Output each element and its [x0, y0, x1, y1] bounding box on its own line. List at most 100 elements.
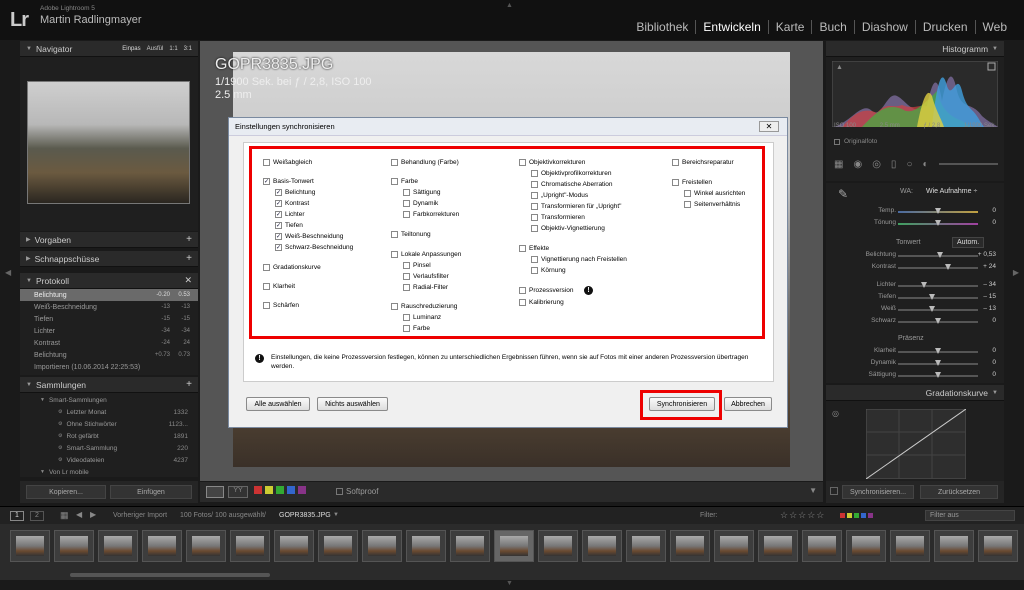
sync-option-checkbox[interactable]: Winkel ausrichten [684, 190, 745, 197]
filmstrip-thumbnail[interactable] [362, 530, 402, 562]
radial-filter-icon[interactable]: ○ [906, 159, 912, 170]
slider-knob[interactable] [921, 282, 928, 288]
sync-option-checkbox[interactable]: Teiltonung [391, 231, 431, 238]
sync-option-checkbox[interactable]: Objektivkorrekturen [519, 159, 585, 166]
auto-tone-button[interactable]: Autom. [952, 237, 985, 248]
sync-option-checkbox[interactable]: Behandlung (Farbe) [391, 159, 459, 166]
adjust-slider[interactable]: Temp. 0 [826, 207, 1004, 217]
module-diashow[interactable]: Diashow [853, 20, 915, 34]
history-step[interactable]: Kontrast -24 24 [20, 337, 198, 349]
sync-option-checkbox[interactable]: ✓ Lichter [275, 211, 305, 218]
filmstrip-thumbnail[interactable] [186, 530, 226, 562]
before-after-icon[interactable]: YY [228, 486, 248, 498]
module-karte[interactable]: Karte [767, 20, 812, 34]
yellow-filter-icon[interactable] [847, 513, 852, 518]
slider-track[interactable] [898, 285, 978, 287]
add-icon[interactable]: + [186, 234, 192, 245]
grid-view-icon[interactable]: ▦ [60, 510, 69, 521]
filmstrip-thumbnail[interactable] [758, 530, 798, 562]
sync-option-checkbox[interactable]: Luminanz [403, 314, 441, 321]
sync-option-checkbox[interactable]: Sättigung [403, 189, 440, 196]
sync-option-checkbox[interactable]: Verlaufsfilter [403, 273, 449, 280]
history-step[interactable]: Belichtung +0.73 0.73 [20, 349, 198, 361]
auto-sync-toggle-icon[interactable] [830, 487, 838, 495]
sync-option-checkbox[interactable]: Schärfen [263, 302, 299, 309]
sync-option-checkbox[interactable]: Transformieren für „Upright" [531, 203, 621, 210]
tone-curve-header[interactable]: Gradationskurve ▼ [826, 385, 1004, 401]
history-step[interactable]: Importieren (10.06.2014 22:25:53) [20, 361, 198, 373]
white-balance-picker-icon[interactable]: ✎ [838, 187, 848, 201]
blue-filter-icon[interactable] [861, 513, 866, 518]
back-arrow-icon[interactable]: ◀ [76, 510, 82, 519]
add-icon[interactable]: + [186, 253, 192, 264]
loupe-view-icon[interactable] [206, 486, 224, 498]
green-label-icon[interactable] [276, 486, 284, 494]
history-step[interactable]: Weiß-Beschneidung -13 -13 [20, 301, 198, 313]
presets-header[interactable]: ▶ Vorgaben + [20, 232, 198, 248]
filmstrip-thumbnail[interactable] [626, 530, 666, 562]
sync-option-checkbox[interactable]: Freistellen [672, 179, 712, 186]
collection-item[interactable]: ⚙ Ohne Stichwörter 1123... [20, 418, 198, 430]
adjustment-brush-icon[interactable]: ◐ [922, 159, 928, 170]
sync-option-checkbox[interactable]: Transformieren [531, 214, 585, 221]
module-entwickeln[interactable]: Entwickeln [695, 20, 767, 34]
collapse-top-arrow-icon[interactable]: ▲ [506, 2, 513, 9]
sync-option-checkbox[interactable]: Seitenverhältnis [684, 201, 740, 208]
zoom-1-1[interactable]: 1:1 [169, 46, 177, 52]
right-collapse-arrow-icon[interactable]: ▶ [1013, 268, 1019, 277]
current-file[interactable]: GOPR3835.JPG [279, 512, 331, 519]
sync-option-checkbox[interactable]: Effekte [519, 245, 549, 252]
blue-label-icon[interactable] [287, 486, 295, 494]
filmstrip-thumbnail[interactable] [274, 530, 314, 562]
adjust-slider[interactable]: Belichtung + 0,53 [826, 251, 1004, 261]
sync-option-checkbox[interactable]: Lokale Anpassungen [391, 251, 461, 258]
sync-option-checkbox[interactable]: Bereichsreparatur [672, 159, 734, 166]
add-icon[interactable]: + [186, 379, 192, 390]
adjust-slider[interactable]: Sättigung 0 [826, 371, 1004, 381]
sync-option-checkbox[interactable]: Objektiv-Vignettierung [531, 225, 605, 232]
source-label[interactable]: Vorheriger Import [113, 512, 167, 519]
sync-option-checkbox[interactable]: Klarheit [263, 283, 295, 290]
filmstrip-thumbnail[interactable] [406, 530, 446, 562]
sync-option-checkbox[interactable]: Radial-Filter [403, 284, 448, 291]
sync-option-checkbox[interactable]: Vignettierung nach Freistellen [531, 256, 627, 263]
filmstrip-thumbnail[interactable] [582, 530, 622, 562]
collection-item[interactable]: ⚙ Letzter Monat 1332 [20, 406, 198, 418]
filmstrip-thumbnail[interactable] [142, 530, 182, 562]
window-2-button[interactable]: 2 [30, 511, 44, 521]
filmstrip-thumbnail[interactable] [714, 530, 754, 562]
module-drucken[interactable]: Drucken [914, 20, 975, 34]
history-step[interactable]: Tiefen -15 -15 [20, 313, 198, 325]
slider-knob[interactable] [929, 306, 936, 312]
slider-knob[interactable] [935, 348, 941, 354]
filmstrip-thumbnail[interactable] [670, 530, 710, 562]
forward-arrow-icon[interactable]: ▶ [90, 510, 96, 519]
adjust-slider[interactable]: Schwarz 0 [826, 317, 1004, 327]
filmstrip-thumbnail[interactable] [98, 530, 138, 562]
select-all-button[interactable]: Alle auswählen [246, 397, 310, 411]
module-web[interactable]: Web [974, 20, 1014, 34]
filmstrip-thumbnail[interactable] [494, 530, 534, 562]
window-1-button[interactable]: 1 [10, 511, 24, 521]
sync-option-checkbox[interactable]: „Upright"-Modus [531, 192, 588, 199]
reset-button[interactable]: Zurücksetzen [920, 485, 998, 499]
module-buch[interactable]: Buch [811, 20, 853, 34]
tool-slider[interactable] [938, 163, 998, 165]
collection-item[interactable]: ⚙ Rot gefärbt 1891 [20, 430, 198, 442]
history-header[interactable]: ▼ Protokoll ✕ [20, 273, 198, 289]
sync-option-checkbox[interactable]: ✓ Weiß-Beschneidung [275, 233, 343, 240]
filmstrip-thumbnail[interactable] [230, 530, 270, 562]
sync-option-checkbox[interactable]: ✓ Belichtung [275, 189, 315, 196]
collection-item[interactable]: ⚙ Smart-Sammlung 220 [20, 442, 198, 454]
slider-track[interactable] [898, 297, 978, 299]
sync-option-checkbox[interactable]: ✓ Basis-Tonwert [263, 178, 314, 185]
collections-header[interactable]: ▼ Sammlungen + [20, 377, 198, 393]
module-bibliothek[interactable]: Bibliothek [629, 20, 695, 34]
paste-button[interactable]: Einfügen [110, 485, 192, 499]
sync-option-checkbox[interactable]: Prozessversion [519, 287, 573, 294]
histogram-graph[interactable]: ▲ [832, 61, 998, 127]
navigator-preview-image[interactable] [27, 81, 190, 204]
filmstrip-thumbnail[interactable] [318, 530, 358, 562]
histogram-header[interactable]: Histogramm ▼ [826, 41, 1004, 57]
sync-option-checkbox[interactable]: Objektivprofilkorrekturen [531, 170, 611, 177]
